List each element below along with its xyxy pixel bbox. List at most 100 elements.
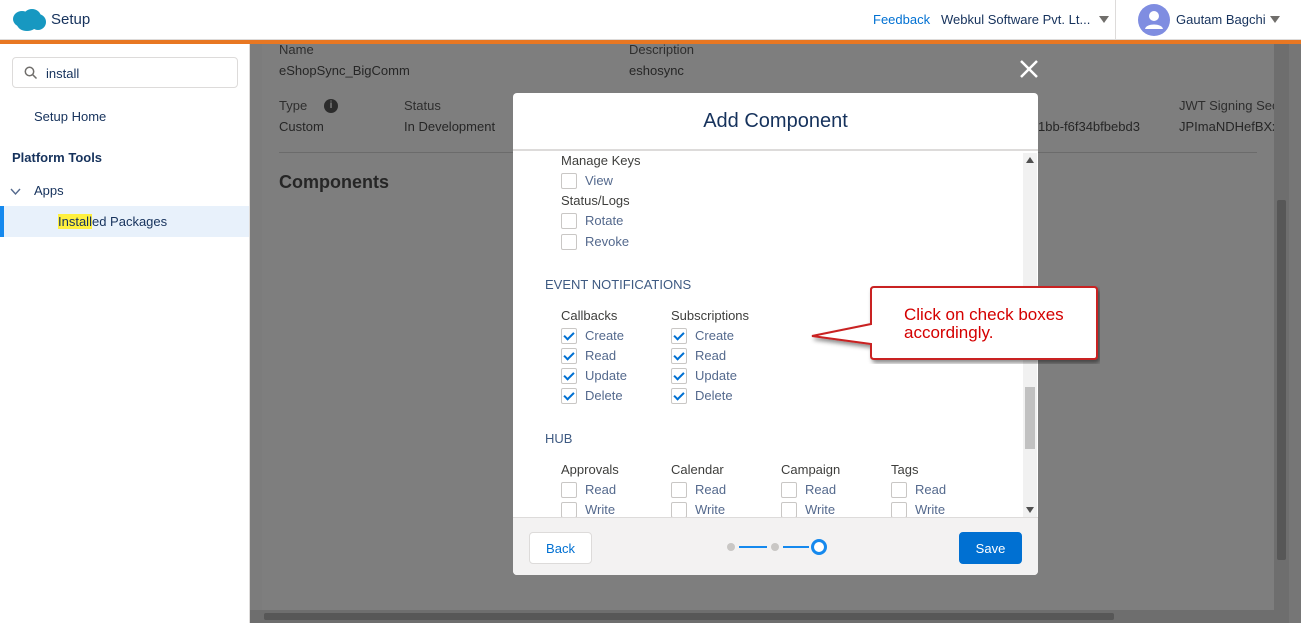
global-header: Setup Feedback Webkul Software Pvt. Lt..… <box>0 0 1301 40</box>
quick-find-input[interactable] <box>46 64 226 82</box>
checkbox-label: Delete <box>695 388 733 403</box>
progress-step-2 <box>771 543 779 551</box>
group-subscriptions: Subscriptions <box>671 308 750 323</box>
caret-down-icon[interactable] <box>1099 16 1109 23</box>
progress-step-1 <box>727 543 735 551</box>
checkbox-calendar-write[interactable] <box>671 502 687 517</box>
checkbox-label: View <box>585 173 613 188</box>
save-button[interactable]: Save <box>959 532 1022 564</box>
checkbox-label: Read <box>805 482 837 497</box>
checkbox-label: Rotate <box>585 213 624 228</box>
components-heading: Components <box>279 172 389 192</box>
scroll-down-icon[interactable] <box>1026 507 1034 513</box>
name-label: Name <box>279 44 314 57</box>
checkbox-subscriptions-read[interactable] <box>671 348 687 364</box>
group-callbacks: Callbacks <box>561 308 618 323</box>
scroll-thumb[interactable] <box>264 613 1114 620</box>
checkbox-label: Update <box>585 368 627 383</box>
page-edge <box>1289 44 1301 623</box>
checkbox-callbacks-read[interactable] <box>561 348 577 364</box>
checkbox-label: Write <box>695 502 726 517</box>
page-horizontal-scrollbar[interactable] <box>250 610 1289 623</box>
search-icon <box>24 66 38 80</box>
group-manage-keys: Manage Keys <box>561 153 641 168</box>
checkbox-label: Write <box>805 502 836 517</box>
checkbox-label: Read <box>585 348 617 363</box>
progress-step-3-current <box>811 539 827 555</box>
checkbox-campaign-read[interactable] <box>781 482 797 498</box>
quick-find-box[interactable] <box>12 57 238 88</box>
sidebar-item-setup-home[interactable]: Setup Home <box>34 109 106 124</box>
group-campaign: Campaign <box>781 462 841 477</box>
app-title: Setup <box>51 11 91 28</box>
checkbox-label: Read <box>585 482 617 497</box>
sidebar-item-installed-packages[interactable]: Installed Packages <box>0 206 249 237</box>
checkbox-subscriptions-create[interactable] <box>671 328 687 344</box>
sidebar-item-apps[interactable]: Apps <box>0 180 249 202</box>
section-hub: HUB <box>545 431 573 446</box>
checkbox-rotate[interactable] <box>561 213 577 229</box>
checkbox-tags-write[interactable] <box>891 502 907 517</box>
page-vertical-scrollbar[interactable] <box>1274 44 1289 610</box>
modal-footer: Back Save <box>513 517 1038 575</box>
sidebar-item-label: Apps <box>34 183 64 198</box>
checkbox-label: Read <box>695 482 727 497</box>
scroll-thumb[interactable] <box>1025 387 1035 449</box>
sidebar-item-label: Installed Packages <box>58 214 167 229</box>
checkbox-tags-read[interactable] <box>891 482 907 498</box>
checkbox-label: Read <box>915 482 947 497</box>
modal-title: Add Component <box>703 110 848 132</box>
checkbox-subscriptions-delete[interactable] <box>671 388 687 404</box>
user-avatar-icon[interactable] <box>1138 4 1170 36</box>
checkbox-campaign-write[interactable] <box>781 502 797 517</box>
user-name[interactable]: Gautam Bagchi <box>1176 12 1266 27</box>
salesforce-cloud-logo[interactable] <box>12 9 46 32</box>
feedback-link[interactable]: Feedback <box>873 12 930 27</box>
description-label: Description <box>629 44 695 57</box>
scroll-thumb[interactable] <box>1277 200 1286 560</box>
sidebar-section-platform-tools: Platform Tools <box>12 150 103 165</box>
close-icon[interactable] <box>1017 57 1041 81</box>
checkbox-approvals-write[interactable] <box>561 502 577 517</box>
jwt-label: JWT Signing Sec <box>1179 98 1279 113</box>
label-rest: ed Packages <box>91 214 168 229</box>
checkbox-view[interactable] <box>561 173 577 189</box>
progress-line <box>739 546 767 548</box>
back-button[interactable]: Back <box>529 532 592 564</box>
org-switcher[interactable]: Webkul Software Pvt. Lt... <box>941 12 1095 27</box>
type-value: Custom <box>279 119 324 134</box>
progress-line <box>783 546 809 548</box>
modal-header: Add Component <box>513 93 1038 151</box>
checkbox-label: Revoke <box>585 234 630 249</box>
group-calendar: Calendar <box>671 462 724 477</box>
setup-sidebar: Setup Home Platform Tools Apps Installed… <box>0 44 250 623</box>
partial-id-value: 1bb-f6f34bfbebd3 <box>1038 119 1140 134</box>
checkbox-label: Write <box>585 502 616 517</box>
chevron-down-icon[interactable] <box>10 186 21 197</box>
group-status-logs: Status/Logs <box>561 193 630 208</box>
scroll-up-icon[interactable] <box>1026 157 1034 163</box>
header-divider <box>1115 0 1116 40</box>
type-label: Type <box>279 98 308 113</box>
checkbox-label: Create <box>695 328 735 343</box>
checkbox-label: Delete <box>585 388 623 403</box>
checkbox-label: Update <box>695 368 737 383</box>
checkbox-callbacks-delete[interactable] <box>561 388 577 404</box>
jwt-value: JPImaNDHefBXx0 <box>1179 119 1286 134</box>
group-approvals: Approvals <box>561 462 619 477</box>
checkbox-callbacks-update[interactable] <box>561 368 577 384</box>
status-label: Status <box>404 98 441 113</box>
search-highlight: Install <box>58 214 92 229</box>
info-icon: i <box>324 99 338 113</box>
checkbox-subscriptions-update[interactable] <box>671 368 687 384</box>
checkbox-calendar-read[interactable] <box>671 482 687 498</box>
checkbox-callbacks-create[interactable] <box>561 328 577 344</box>
section-event-notifications: EVENT NOTIFICATIONS <box>545 277 692 292</box>
name-value: eShopSync_BigComm <box>279 63 410 78</box>
checkbox-revoke[interactable] <box>561 234 577 250</box>
checkbox-label: Read <box>695 348 727 363</box>
status-value: In Development <box>404 119 496 134</box>
callout-text: Click on check boxes accordingly. <box>904 305 1064 342</box>
caret-down-icon[interactable] <box>1270 16 1280 23</box>
checkbox-approvals-read[interactable] <box>561 482 577 498</box>
